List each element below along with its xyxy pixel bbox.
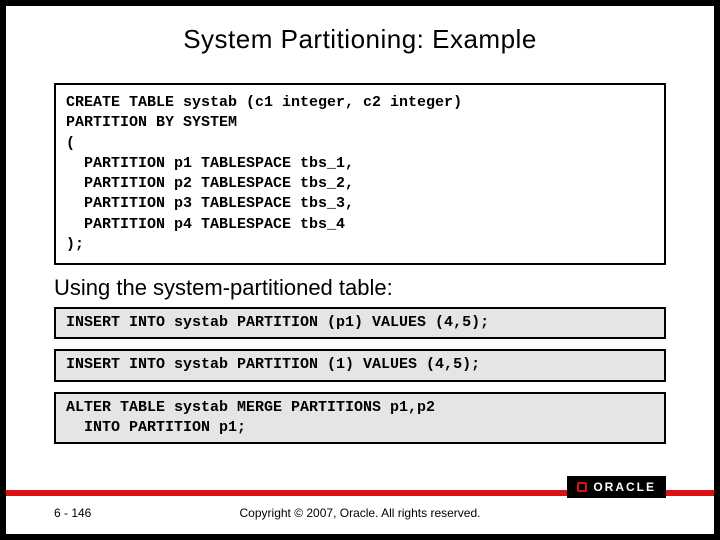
footer: 6 - 146 Copyright © 2007, Oracle. All ri… bbox=[6, 502, 714, 524]
section-subtitle: Using the system-partitioned table: bbox=[54, 275, 666, 301]
code-insert-1: INSERT INTO systab PARTITION (p1) VALUES… bbox=[54, 307, 666, 339]
code-create-table: CREATE TABLE systab (c1 integer, c2 inte… bbox=[54, 83, 666, 265]
copyright-text: Copyright © 2007, Oracle. All rights res… bbox=[6, 506, 714, 520]
page-number: 6 - 146 bbox=[54, 506, 91, 520]
code-stack: INSERT INTO systab PARTITION (p1) VALUES… bbox=[6, 307, 714, 444]
oracle-logo-icon bbox=[577, 482, 587, 492]
oracle-logo-text: ORACLE bbox=[593, 480, 656, 494]
code-alter: ALTER TABLE systab MERGE PARTITIONS p1,p… bbox=[54, 392, 666, 445]
page-title: System Partitioning: Example bbox=[6, 24, 714, 55]
slide: System Partitioning: Example CREATE TABL… bbox=[6, 6, 714, 534]
oracle-logo: ORACLE bbox=[567, 476, 666, 498]
code-insert-2: INSERT INTO systab PARTITION (1) VALUES … bbox=[54, 349, 666, 381]
